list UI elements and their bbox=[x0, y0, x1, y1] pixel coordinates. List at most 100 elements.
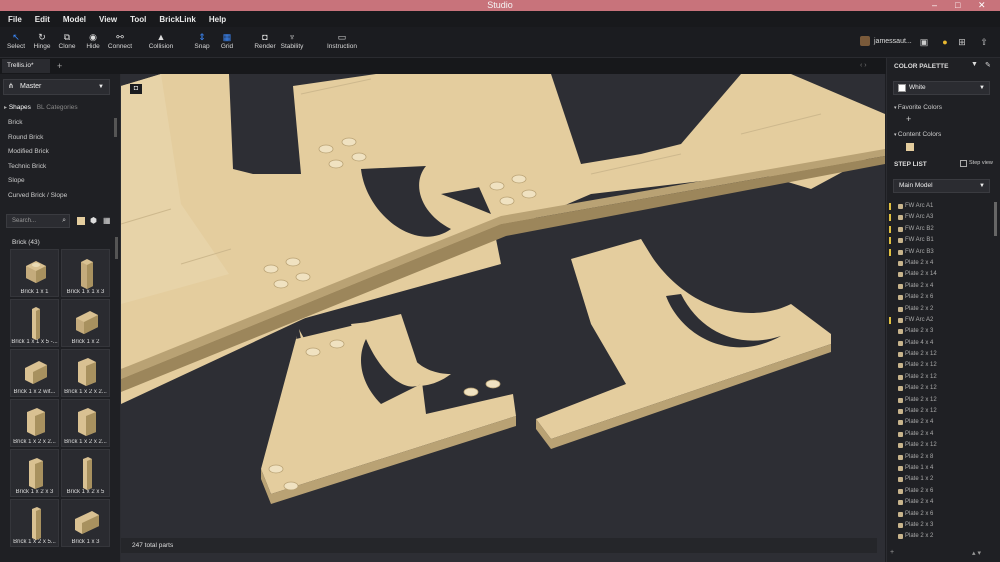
menu-view[interactable]: View bbox=[99, 15, 117, 24]
step-item[interactable]: Plate 2 x 12 bbox=[887, 360, 995, 371]
category-item[interactable]: Technic Brick bbox=[0, 160, 116, 175]
favorite-colors-header[interactable]: ▾ Favorite Colors bbox=[894, 104, 942, 111]
model-dropdown[interactable]: Main Model ▼ bbox=[893, 179, 990, 193]
category-item[interactable]: Modified Brick bbox=[0, 145, 116, 160]
tab-shapes[interactable]: Shapes bbox=[9, 104, 31, 111]
step-item[interactable]: Plate 2 x 4 bbox=[887, 258, 995, 269]
step-item[interactable]: Plate 2 x 4 bbox=[887, 417, 995, 428]
step-item[interactable]: Plate 1 x 2 bbox=[887, 474, 995, 485]
part-icon bbox=[898, 454, 903, 460]
render-tool[interactable]: ◘ Render bbox=[250, 31, 280, 50]
eyedropper-icon[interactable]: ✎ bbox=[985, 61, 991, 69]
account-icon[interactable]: ▣ bbox=[918, 36, 930, 48]
maximize-button[interactable]: □ bbox=[955, 0, 960, 11]
category-item[interactable]: Slope bbox=[0, 174, 116, 189]
step-item[interactable]: FW Arc A3 bbox=[887, 212, 995, 223]
brick-1x2x2-b[interactable]: Brick 1 x 2 x 2... bbox=[10, 399, 59, 447]
menu-edit[interactable]: Edit bbox=[35, 15, 50, 24]
move-step-arrows[interactable]: ▴ ▾ bbox=[972, 549, 981, 557]
add-tab-button[interactable]: + bbox=[57, 59, 62, 73]
step-item[interactable]: Plate 2 x 2 bbox=[887, 531, 995, 542]
tab-trellis[interactable]: Trellis.io* bbox=[2, 59, 50, 73]
collapse-icon[interactable]: ▸ bbox=[4, 105, 7, 111]
menu-tool[interactable]: Tool bbox=[130, 15, 146, 24]
upload-icon[interactable]: ⇧ bbox=[978, 36, 990, 48]
add-favorite-color-button[interactable]: + bbox=[906, 114, 911, 124]
category-item[interactable]: Curved Brick / Slope bbox=[0, 189, 116, 204]
brick-1x2x3[interactable]: Brick 1 x 2 x 3 bbox=[10, 449, 59, 497]
3d-viewport[interactable]: ◘ bbox=[121, 74, 885, 562]
search-input[interactable]: Search... ⌕ bbox=[6, 214, 70, 228]
step-item[interactable]: Plate 1 x 4 bbox=[887, 463, 995, 474]
step-item[interactable]: FW Arc A1 bbox=[887, 201, 995, 212]
menu-model[interactable]: Model bbox=[63, 15, 86, 24]
step-item[interactable]: Plate 2 x 12 bbox=[887, 406, 995, 417]
stability-tool[interactable]: ♆ Stability bbox=[277, 31, 307, 50]
step-item[interactable]: FW Arc B1 bbox=[887, 235, 995, 246]
lightbulb-icon[interactable]: ● bbox=[939, 36, 951, 48]
grid-tool[interactable]: ▦ Grid bbox=[212, 31, 242, 50]
camera-view-icon[interactable]: ◘ bbox=[130, 84, 142, 94]
step-item[interactable]: Plate 2 x 6 bbox=[887, 486, 995, 497]
step-view-checkbox[interactable] bbox=[960, 160, 967, 167]
instruction-tool[interactable]: ▭ Instruction bbox=[327, 31, 357, 50]
step-item[interactable]: Plate 2 x 12 bbox=[887, 395, 995, 406]
content-colors-header[interactable]: ▾ Content Colors bbox=[894, 131, 941, 138]
content-color-tan[interactable] bbox=[906, 143, 914, 151]
step-item[interactable]: Plate 4 x 4 bbox=[887, 338, 995, 349]
brick-1x2-with[interactable]: Brick 1 x 2 wit... bbox=[10, 349, 59, 397]
minimize-button[interactable]: – bbox=[932, 0, 937, 11]
color-filter-swatch[interactable] bbox=[77, 217, 85, 225]
step-list-scrollbar[interactable] bbox=[994, 202, 997, 236]
search-icon[interactable]: ⌕ bbox=[62, 215, 66, 227]
brick-1x1x5[interactable]: Brick 1 x 1 x 5 -... bbox=[10, 299, 59, 347]
brick-1x1x3[interactable]: Brick 1 x 1 x 3 bbox=[61, 249, 110, 297]
brick-1x2x5[interactable]: Brick 1 x 2 x 5 bbox=[61, 449, 110, 497]
brick-1x2x2-c[interactable]: Brick 1 x 2 x 2... bbox=[61, 399, 110, 447]
step-item[interactable]: Plate 2 x 3 bbox=[887, 326, 995, 337]
brick-1x1[interactable]: Brick 1 x 1 bbox=[10, 249, 59, 297]
menu-help[interactable]: Help bbox=[209, 15, 226, 24]
menu-bricklink[interactable]: BrickLink bbox=[159, 15, 195, 24]
step-item[interactable]: Plate 2 x 4 bbox=[887, 497, 995, 508]
category-item[interactable]: Round Brick bbox=[0, 131, 116, 146]
color-dropdown[interactable]: White ▼ bbox=[893, 81, 990, 95]
add-step-button[interactable]: + bbox=[890, 549, 894, 556]
step-item[interactable]: Plate 2 x 12 bbox=[887, 440, 995, 451]
step-item[interactable]: Plate 2 x 6 bbox=[887, 509, 995, 520]
step-item[interactable]: Plate 2 x 6 bbox=[887, 292, 995, 303]
part-filter-icon[interactable]: ⬢ bbox=[90, 217, 98, 225]
tab-bl-categories[interactable]: BL Categories bbox=[37, 104, 78, 111]
grid-view-icon[interactable]: ▦ bbox=[103, 217, 111, 225]
paint-bucket-icon[interactable]: ▼ bbox=[971, 61, 978, 68]
category-item[interactable]: Brick bbox=[0, 116, 116, 131]
master-dropdown[interactable]: ⋔ Master ▼ bbox=[3, 79, 110, 95]
cart-icon[interactable]: ⊞ bbox=[956, 36, 968, 48]
brick-1x2[interactable]: Brick 1 x 2 bbox=[61, 299, 110, 347]
connect-tool[interactable]: ⚯ Connect bbox=[105, 31, 135, 50]
step-item[interactable]: FW Arc B3 bbox=[887, 247, 995, 258]
brick-scrollbar[interactable] bbox=[115, 237, 118, 259]
step-item[interactable]: Plate 2 x 4 bbox=[887, 429, 995, 440]
menu-file[interactable]: File bbox=[8, 15, 22, 24]
step-item[interactable]: FW Arc A2 bbox=[887, 315, 995, 326]
brick-1x3[interactable]: Brick 1 x 3 bbox=[61, 499, 110, 547]
step-item[interactable]: Plate 2 x 2 bbox=[887, 304, 995, 315]
step-item[interactable]: Plate 2 x 12 bbox=[887, 349, 995, 360]
hide-tool[interactable]: ◉ Hide bbox=[78, 31, 108, 50]
step-item[interactable]: Plate 2 x 4 bbox=[887, 281, 995, 292]
tab-nav-arrows[interactable]: ‹ › bbox=[860, 59, 867, 73]
user-account[interactable]: jamessaut... bbox=[860, 36, 912, 46]
collision-tool[interactable]: ▲ Collision bbox=[146, 31, 176, 50]
step-item[interactable]: Plate 2 x 12 bbox=[887, 383, 995, 394]
step-item[interactable]: Plate 2 x 12 bbox=[887, 372, 995, 383]
close-button[interactable]: ✕ bbox=[978, 0, 986, 11]
brick-1x2x2-a[interactable]: Brick 1 x 2 x 2... bbox=[61, 349, 110, 397]
brick-1x2x5-b[interactable]: Brick 1 x 2 x 5... bbox=[10, 499, 59, 547]
camera-icon: ◘ bbox=[262, 32, 268, 42]
step-item[interactable]: FW Arc B2 bbox=[887, 224, 995, 235]
step-item[interactable]: Plate 2 x 14 bbox=[887, 269, 995, 280]
step-item[interactable]: Plate 2 x 3 bbox=[887, 520, 995, 531]
category-scrollbar[interactable] bbox=[114, 118, 117, 137]
step-item[interactable]: Plate 2 x 8 bbox=[887, 452, 995, 463]
